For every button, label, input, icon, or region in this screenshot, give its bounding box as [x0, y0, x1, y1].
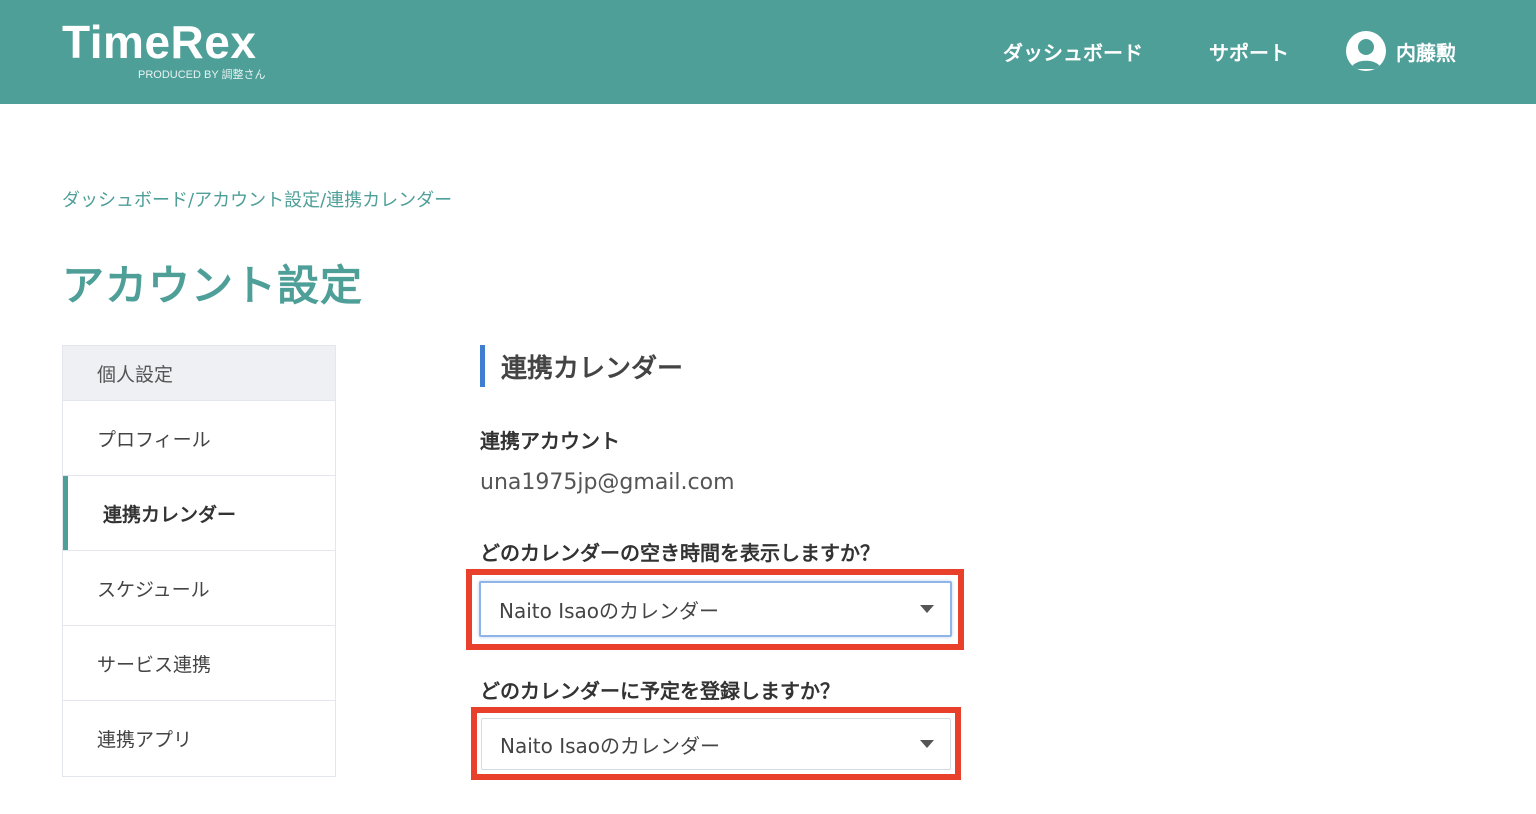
- account-label: 連携アカウント: [480, 429, 620, 453]
- breadcrumb-account-settings[interactable]: アカウント設定: [194, 190, 320, 211]
- availability-calendar-select[interactable]: Naito Isaoのカレンダー: [479, 581, 952, 637]
- user-menu[interactable]: 内藤勲: [1346, 31, 1456, 71]
- availability-selected-value: Naito Isaoのカレンダー: [499, 598, 720, 623]
- page-title: アカウント設定: [62, 261, 364, 310]
- register-question: どのカレンダーに予定を登録しますか？: [480, 679, 840, 703]
- nav-support-label: サポート: [1209, 40, 1289, 65]
- user-avatar-icon: [1346, 31, 1386, 71]
- register-calendar-select[interactable]: Naito Isaoのカレンダー: [481, 718, 951, 770]
- sidebar-item-linked-calendar[interactable]: 連携カレンダー: [63, 476, 335, 551]
- nav-dashboard-link[interactable]: ダッシュボード: [1003, 31, 1143, 71]
- sidebar-item-profile[interactable]: プロフィール: [63, 401, 335, 476]
- register-selected-value: Naito Isaoのカレンダー: [500, 733, 721, 758]
- nav-dashboard-label: ダッシュボード: [1003, 40, 1143, 65]
- top-header: TimeRex PRODUCED BY 調整さん ダッシュボード サポート 内藤…: [0, 0, 1536, 104]
- logo-text: TimeRex: [62, 16, 257, 68]
- chevron-down-icon: [920, 605, 934, 613]
- breadcrumb: ダッシュボード/アカウント設定/連携カレンダー: [62, 186, 452, 212]
- timerex-logo[interactable]: TimeRex PRODUCED BY 調整さん: [62, 16, 266, 81]
- breadcrumb-current: 連携カレンダー: [326, 190, 453, 211]
- sidebar-item-label: 連携カレンダー: [103, 503, 237, 526]
- account-email: una1975jp@gmail.com: [480, 470, 735, 495]
- sidebar-item-label: サービス連携: [97, 653, 212, 676]
- sidebar-heading: 個人設定: [63, 346, 335, 401]
- availability-question: どのカレンダーの空き時間を表示しますか？: [480, 541, 880, 565]
- user-name: 内藤勲: [1396, 40, 1456, 65]
- sidebar-item-label: プロフィール: [97, 428, 211, 451]
- sidebar-item-service-integration[interactable]: サービス連携: [63, 626, 335, 701]
- sidebar-item-linked-apps[interactable]: 連携アプリ: [63, 701, 335, 776]
- nav-support-link[interactable]: サポート: [1209, 31, 1289, 71]
- breadcrumb-dashboard[interactable]: ダッシュボード: [62, 190, 188, 211]
- sidebar-item-schedule[interactable]: スケジュール: [63, 551, 335, 626]
- sidebar-item-label: 連携アプリ: [97, 729, 193, 751]
- chevron-down-icon: [920, 740, 934, 748]
- sidebar-item-label: スケジュール: [97, 578, 210, 601]
- section-title: 連携カレンダー: [480, 345, 683, 387]
- logo-subtitle: PRODUCED BY 調整さん: [138, 69, 266, 81]
- settings-sidebar: 個人設定 プロフィール 連携カレンダー スケジュール サービス連携 連携アプリ: [62, 345, 336, 777]
